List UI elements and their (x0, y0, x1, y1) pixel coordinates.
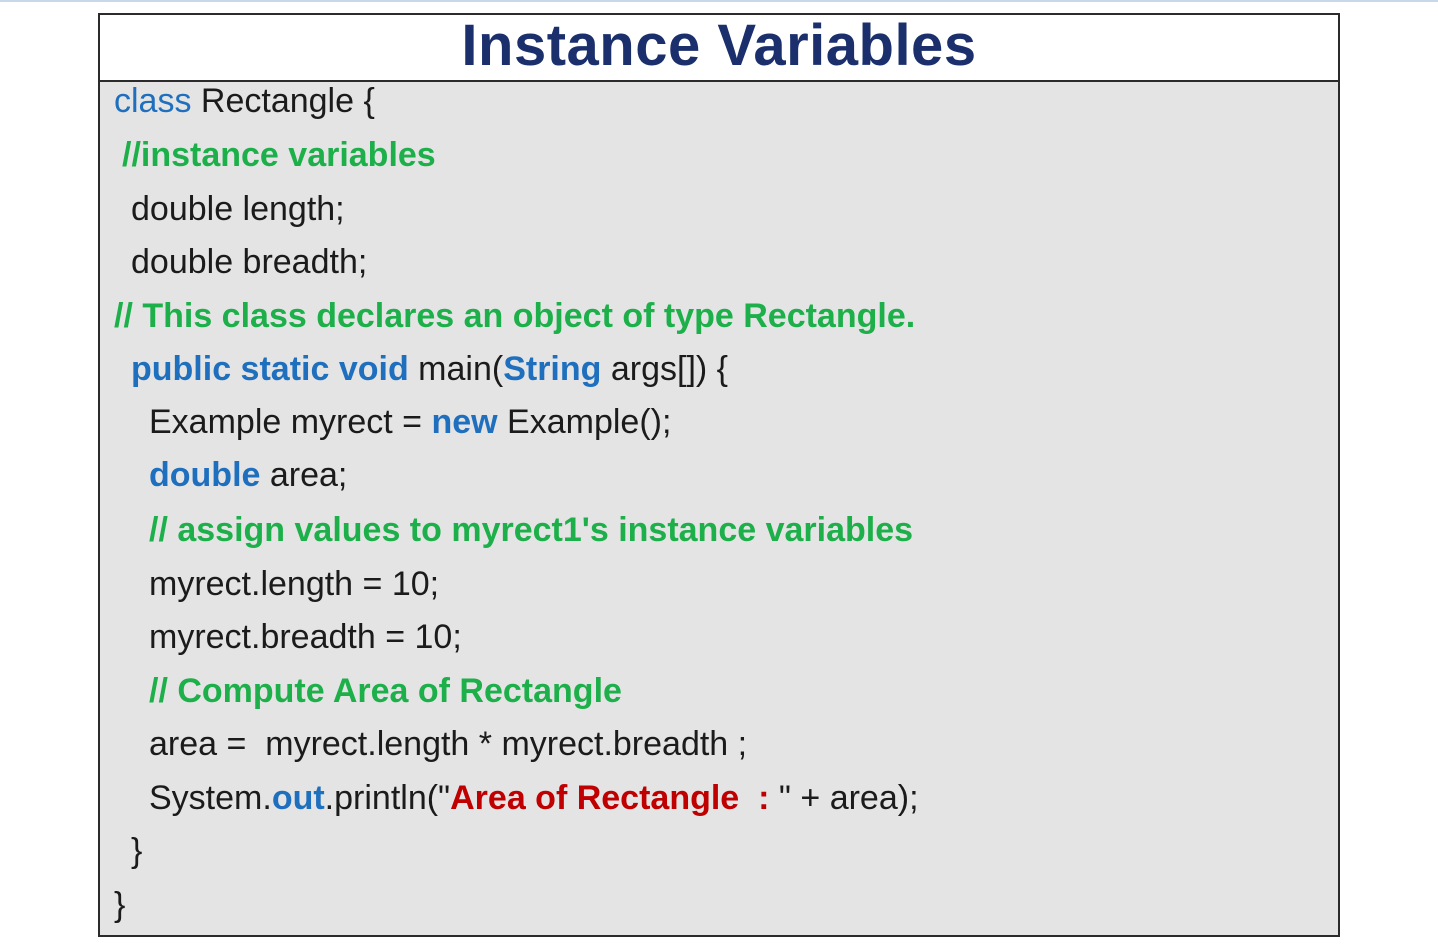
code-text: Example myrect = (149, 403, 432, 441)
code-line-8: double area; (149, 450, 347, 500)
code-text: double length; (131, 190, 345, 228)
code-line-12: // Compute Area of Rectangle (149, 666, 622, 716)
string-literal: Area of Rectangle : (450, 779, 779, 817)
code-text: args[]) { (601, 350, 729, 388)
code-line-9: // assign values to myrect1's instance v… (149, 505, 913, 555)
code-text: area; (260, 456, 348, 494)
code-slide: Instance Variables class Rectangle { //i… (98, 13, 1340, 937)
code-text: area = myrect.length * myrect.breadth ; (149, 725, 748, 763)
code-text: .println(" (324, 779, 451, 817)
code-line-16: } (114, 880, 125, 930)
code-line-3: double length; (131, 184, 345, 234)
keyword-class: class (114, 82, 192, 120)
code-line-2: //instance variables (122, 130, 436, 180)
code-text: System. (149, 779, 272, 817)
code-text: main( (408, 350, 504, 388)
code-line-4: double breadth; (131, 237, 367, 287)
comment: // Compute Area of Rectangle (149, 672, 622, 710)
code-text: myrect.length = 10; (149, 565, 440, 603)
code-line-14: System.out.println("Area of Rectangle : … (149, 773, 919, 823)
code-line-13: area = myrect.length * myrect.breadth ; (149, 719, 747, 769)
code-text: double breadth; (131, 243, 368, 281)
code-line-15: } (131, 826, 142, 876)
keyword-out: out (271, 779, 325, 817)
keyword-modifiers: public static void (131, 350, 409, 388)
code-line-7: Example myrect = new Example(); (149, 397, 671, 447)
code-line-6: public static void main(String args[]) { (131, 344, 728, 394)
code-line-10: myrect.length = 10; (149, 559, 439, 609)
code-text: myrect.breadth = 10; (149, 618, 462, 656)
comment: // This class declares an object of type… (114, 297, 916, 335)
comment: // assign values to myrect1's instance v… (149, 511, 914, 549)
keyword-double: double (149, 456, 261, 494)
title-bar: Instance Variables (100, 15, 1338, 82)
code-text: Rectangle { (191, 82, 375, 120)
code-line-11: myrect.breadth = 10; (149, 612, 462, 662)
code-text: Example(); (497, 403, 672, 441)
code-line-1: class Rectangle { (114, 76, 375, 126)
keyword-new: new (431, 403, 498, 441)
comment: //instance variables (122, 136, 436, 174)
code-text: " + area); (778, 779, 919, 817)
top-rule (0, 0, 1438, 2)
code-line-5: // This class declares an object of type… (114, 291, 915, 341)
keyword-string-type: String (503, 350, 602, 388)
slide-title: Instance Variables (461, 13, 977, 78)
closing-brace: } (131, 832, 143, 870)
closing-brace: } (114, 886, 126, 924)
